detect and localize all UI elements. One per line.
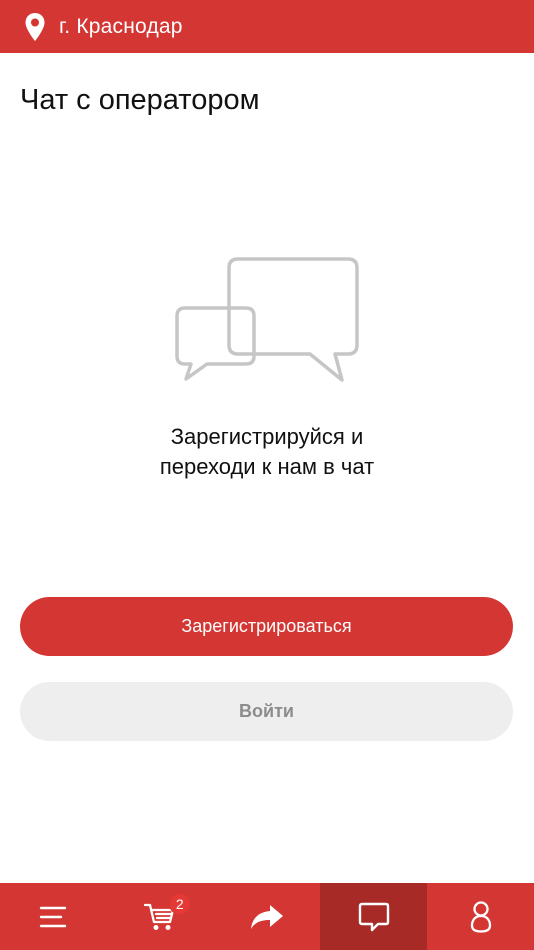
nav-share[interactable] xyxy=(214,883,321,950)
empty-state-message: Зарегистрируйся и переходи к нам в чат xyxy=(0,422,534,482)
register-button[interactable]: Зарегистрироваться xyxy=(20,597,513,656)
message-line-1: Зарегистрируйся и xyxy=(170,424,364,449)
nav-profile[interactable] xyxy=(427,883,534,950)
login-button[interactable]: Войти xyxy=(20,682,513,741)
nav-cart[interactable]: 2 xyxy=(107,883,214,950)
message-line-2: переходи к нам в чат xyxy=(159,454,375,479)
menu-icon xyxy=(40,906,67,927)
share-icon xyxy=(250,904,283,929)
nav-chat[interactable] xyxy=(320,883,428,950)
chat-bubbles-icon xyxy=(175,257,359,382)
cart-count-badge: 2 xyxy=(168,893,191,915)
page-title: Чат с оператором xyxy=(20,84,260,116)
nav-menu[interactable] xyxy=(0,883,107,950)
bottom-navigation: 2 xyxy=(0,883,534,950)
top-bar: г. Краснодар xyxy=(0,0,534,53)
chat-icon xyxy=(358,902,389,931)
user-icon xyxy=(470,900,491,933)
city-selector[interactable]: г. Краснодар xyxy=(59,15,183,39)
location-pin-icon[interactable] xyxy=(24,12,46,42)
app-root: г. Краснодар Чат с оператором Зарегистри… xyxy=(0,0,534,950)
